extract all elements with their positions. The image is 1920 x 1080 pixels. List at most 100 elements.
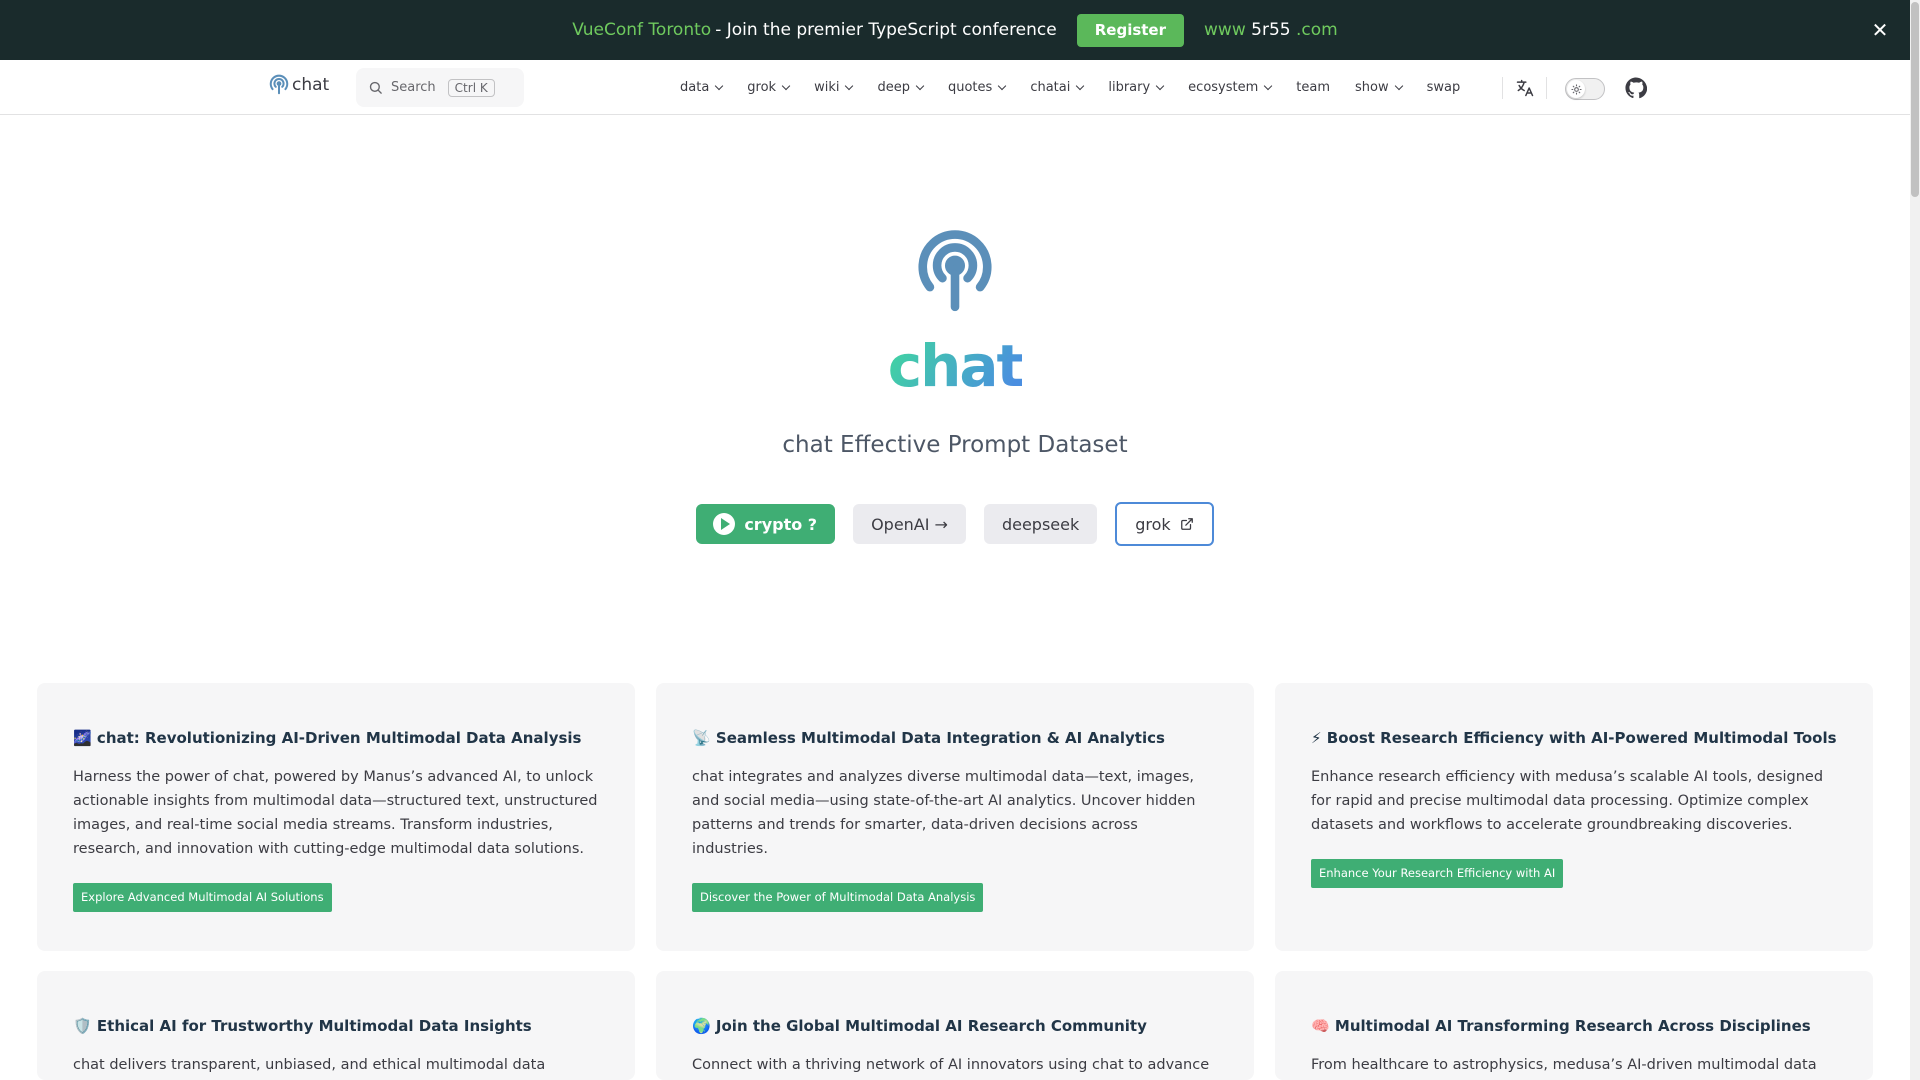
chevron-down-icon [1076,81,1085,90]
feature-text: chat integrates and analyzes diverse mul… [692,769,1196,857]
nav-item-label: ecosystem [1188,80,1259,95]
nav-item-label: swap [1426,80,1461,95]
galaxy-icon: 🌌 [73,729,92,747]
grok-button[interactable]: grok [1115,502,1214,546]
banner-conf-link[interactable]: VueConf Toronto [572,20,711,40]
site-logo[interactable]: chat [268,74,329,96]
theme-toggle-knob [1567,80,1585,98]
nav-item-label: grok [747,80,777,95]
hero-title-text: chat [887,332,1025,400]
feature-text: Harness the power of chat, powered by Ma… [73,769,598,857]
github-icon[interactable] [1625,77,1647,99]
nav-divider [1502,77,1503,99]
nav-menu: data grok wiki deep quotes chatai librar… [680,60,1485,115]
hero-actions: crypto ? OpenAI → deepseek grok [0,502,1910,546]
nav-item-library[interactable]: library [1108,80,1165,95]
scrollbar-thumb[interactable] [1911,2,1919,197]
banner-url-suffix: .com [1295,20,1338,40]
feature-card: 🌍 Join the Global Multimodal AI Research… [656,971,1254,1080]
chevron-down-icon [915,81,925,90]
feature-cta-button[interactable]: Enhance Your Research Efficiency with AI [1311,859,1564,888]
feature-card: 🧠 Multimodal AI Transforming Research Ac… [1275,971,1873,1080]
nav-item-label: data [680,80,710,95]
chevron-down-icon [845,81,854,90]
grok-button-label: grok [1135,514,1171,534]
logo-text: chat [292,75,330,95]
feature-text: Enhance research efficiency with medusa’… [1311,769,1824,833]
crypto-button[interactable]: crypto ? [696,504,836,544]
search-label: Search [391,80,436,95]
openai-button[interactable]: OpenAI → [853,504,966,544]
play-icon [713,513,736,535]
nav-divider [1546,77,1547,99]
feature-title: 🧠 Multimodal AI Transforming Research Ac… [1311,1017,1837,1035]
feature-title-text: Multimodal AI Transforming Research Acro… [1334,1017,1811,1035]
banner-url[interactable]: www 5r55 .com [1204,20,1338,40]
nav-item-ecosystem[interactable]: ecosystem [1188,80,1273,95]
external-link-icon [1180,518,1193,530]
podcast-hero-icon [918,230,992,312]
announcement-banner: VueConf Toronto - Join the premier TypeS… [0,0,1910,60]
lightning-icon: ⚡ [1311,729,1322,747]
banner-content: VueConf Toronto - Join the premier TypeS… [572,13,1338,47]
feature-text: From healthcare to astrophysics, medusa’… [1311,1057,1817,1073]
feature-cta-button[interactable]: Explore Advanced Multimodal AI Solutions [73,883,332,912]
nav-item-label: deep [877,80,910,95]
feature-title: 🌍 Join the Global Multimodal AI Research… [692,1017,1218,1035]
nav-item-team[interactable]: team [1296,80,1330,95]
feature-title-text: Join the Global Multimodal AI Research C… [715,1017,1147,1035]
shield-icon: 🛡️ [73,1017,92,1035]
search-icon [369,81,382,94]
feature-title-text: Ethical AI for Trustworthy Multimodal Da… [96,1017,532,1035]
search-shortcut: Ctrl K [447,78,495,97]
chevron-down-icon [781,81,791,90]
feature-title-text: Boost Research Efficiency with AI-Powere… [1326,729,1837,747]
feature-cta-button[interactable]: Discover the Power of Multimodal Data An… [692,883,984,912]
nav-item-quotes[interactable]: quotes [947,80,1007,95]
feature-card: ⚡ Boost Research Efficiency with AI-Powe… [1275,683,1873,951]
page-scrollbar[interactable] [1910,0,1920,1080]
nav-item-swap[interactable]: swap [1427,80,1461,95]
feature-text: chat delivers transparent, unbiased, and… [73,1057,546,1073]
sun-icon [1570,83,1582,95]
feature-text: Connect with a thriving network of AI in… [692,1057,1210,1073]
banner-url-middle: 5r55 [1251,20,1291,40]
close-icon[interactable]: ✕ [1868,18,1892,42]
feature-title: 🛡️ Ethical AI for Trustworthy Multimodal… [73,1017,599,1035]
feature-title: ⚡ Boost Research Efficiency with AI-Powe… [1311,729,1837,747]
nav-item-chatai[interactable]: chatai [1030,80,1085,95]
feature-card: 🌌 chat: Revolutionizing AI-Driven Multim… [37,683,635,951]
chevron-down-icon [998,81,1007,90]
feature-title: 📡 Seamless Multimodal Data Integration &… [692,729,1218,747]
search-button[interactable]: Search Ctrl K [356,68,524,107]
banner-text: - Join the premier TypeScript conference [715,20,1057,40]
feature-card: 🛡️ Ethical AI for Trustworthy Multimodal… [37,971,635,1080]
nav-item-data[interactable]: data [680,80,724,95]
nav-item-grok[interactable]: grok [747,80,791,95]
openai-button-label: OpenAI → [871,514,948,534]
nav-item-label: wiki [814,80,840,95]
hero-subtitle: chat Effective Prompt Dataset [782,432,1128,458]
nav-item-label: library [1108,80,1151,95]
hero-title: chat [0,332,1910,400]
feature-title-text: chat: Revolutionizing AI-Driven Multimod… [96,729,582,747]
chevron-down-icon [715,81,724,90]
theme-toggle[interactable] [1565,78,1605,100]
nav-item-show[interactable]: show [1355,80,1403,95]
banner-url-prefix: www [1204,20,1246,40]
deepseek-button[interactable]: deepseek [983,504,1098,544]
top-nav: chat Search Ctrl K data grok wiki deep q… [0,60,1910,115]
feature-card: 📡 Seamless Multimodal Data Integration &… [656,683,1254,951]
nav-item-wiki[interactable]: wiki [814,80,854,95]
nav-item-label: chatai [1030,80,1071,95]
deepseek-button-label: deepseek [1001,514,1080,534]
translate-icon[interactable] [1515,78,1535,98]
chevron-down-icon [1264,81,1273,90]
crypto-button-label: crypto ? [744,514,818,534]
nav-item-label: show [1355,80,1389,95]
register-button[interactable]: Register [1076,13,1185,47]
nav-item-deep[interactable]: deep [877,80,925,95]
nav-item-label: quotes [947,80,993,95]
podcast-logo-icon [269,74,289,95]
chevron-down-icon [1394,81,1403,90]
